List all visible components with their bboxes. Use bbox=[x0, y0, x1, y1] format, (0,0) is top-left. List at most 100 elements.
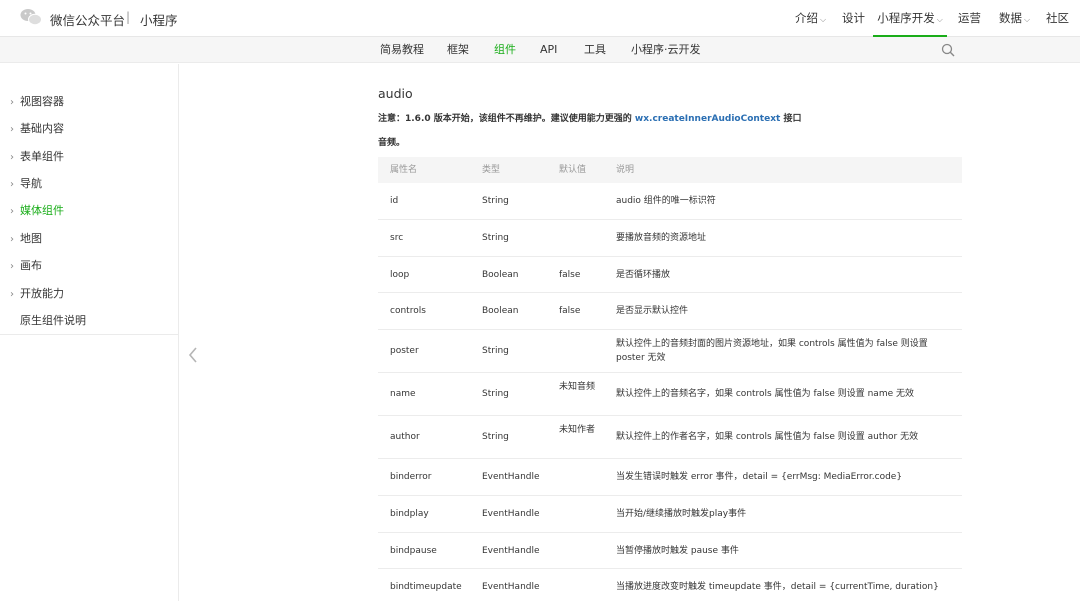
cell-name: id bbox=[390, 196, 399, 206]
cell-description: 要播放音频的资源地址 bbox=[616, 233, 707, 243]
brand-subtitle[interactable]: 小程序 bbox=[140, 10, 178, 29]
sidebar-item-canvas[interactable]: › 画布 bbox=[10, 257, 42, 273]
subnav-cloud-dev[interactable]: 小程序·云开发 bbox=[631, 37, 701, 63]
topnav-intro[interactable]: 介绍 ⌵ bbox=[795, 0, 826, 37]
sidebar-item-media-components[interactable]: › 媒体组件 bbox=[10, 202, 64, 218]
cell-name: author bbox=[390, 432, 420, 442]
cell-type: String bbox=[482, 196, 509, 206]
sidebar-item-navigation[interactable]: › 导航 bbox=[10, 175, 42, 191]
cell-type: EventHandle bbox=[482, 472, 540, 482]
table-row: binderror EventHandle 当发生错误时触发 error 事件，… bbox=[378, 459, 962, 496]
subnav-api[interactable]: API bbox=[540, 37, 557, 63]
sidebar-item-map[interactable]: › 地图 bbox=[10, 230, 42, 246]
cell-type: String bbox=[482, 432, 509, 442]
chevron-down-icon: ⌵ bbox=[1024, 15, 1031, 24]
table-row: poster String 默认控件上的音频封面的图片资源地址，如果 contr… bbox=[378, 330, 962, 373]
cell-description: 当开始/继续播放时触发play事件 bbox=[616, 509, 747, 519]
subnav-tools[interactable]: 工具 bbox=[584, 37, 606, 63]
chevron-right-icon: › bbox=[10, 179, 14, 190]
wechat-logo-icon[interactable] bbox=[20, 8, 42, 26]
note-suffix: 接口 bbox=[780, 114, 802, 124]
table-row: src String 要播放音频的资源地址 bbox=[378, 220, 962, 257]
topnav-community[interactable]: 社区 bbox=[1046, 0, 1069, 37]
sidebar-item-view-container[interactable]: › 视图容器 bbox=[10, 93, 64, 109]
subnav-tutorial[interactable]: 简易教程 bbox=[380, 37, 424, 63]
table-row: loop Boolean false 是否循环播放 bbox=[378, 257, 962, 293]
note-prefix: 注意：1.6.0 版本开始，该组件不再维护。建议使用能力更强的 bbox=[378, 114, 635, 124]
table-row: name String 未知音频 默认控件上的音频名字，如果 controls … bbox=[378, 373, 962, 416]
cell-description: 当发生错误时触发 error 事件，detail = {errMsg: Medi… bbox=[616, 472, 903, 482]
header-default: 默认值 bbox=[559, 165, 587, 175]
sidebar-item-label: 导航 bbox=[20, 177, 42, 190]
sidebar-item-label: 地图 bbox=[20, 232, 42, 245]
api-link[interactable]: wx.createInnerAudioContext bbox=[635, 114, 780, 124]
cell-name: bindtimeupdate bbox=[390, 582, 462, 592]
cell-description: 是否显示默认控件 bbox=[616, 306, 689, 316]
table-row: bindtimeupdate EventHandle 当播放进度改变时触发 ti… bbox=[378, 569, 962, 601]
sidebar-item-label: 基础内容 bbox=[20, 122, 64, 135]
sidebar-item-native-components[interactable]: 原生组件说明 bbox=[10, 312, 86, 328]
cell-name: src bbox=[390, 233, 404, 243]
table-row: author String 未知作者 默认控件上的作者名字，如果 control… bbox=[378, 416, 962, 459]
table-row: bindplay EventHandle 当开始/继续播放时触发play事件 bbox=[378, 496, 962, 533]
cell-description: 是否循环播放 bbox=[616, 270, 671, 280]
chevron-left-icon[interactable] bbox=[186, 345, 200, 365]
search-icon[interactable] bbox=[941, 43, 955, 57]
cell-description: 默认控件上的音频名字，如果 controls 属性值为 false 则设置 na… bbox=[616, 389, 914, 399]
page-title: audio bbox=[378, 86, 413, 101]
chevron-right-icon: › bbox=[10, 124, 14, 135]
topnav-miniprogram-dev[interactable]: 小程序开发 ⌵ bbox=[873, 0, 947, 37]
chevron-right-icon: › bbox=[10, 152, 14, 163]
sidebar-divider bbox=[0, 334, 178, 335]
brand-separator: | bbox=[126, 10, 131, 24]
cell-type: String bbox=[482, 346, 509, 356]
chevron-right-icon: › bbox=[10, 289, 14, 300]
sidebar-item-label: 画布 bbox=[20, 259, 42, 272]
sidebar-item-label: 原生组件说明 bbox=[20, 314, 86, 327]
cell-default: false bbox=[559, 306, 581, 316]
cell-type: EventHandle bbox=[482, 509, 540, 519]
sidebar-item-label: 开放能力 bbox=[20, 287, 64, 300]
cell-name: bindplay bbox=[390, 509, 429, 519]
chevron-right-icon: › bbox=[10, 97, 14, 108]
cell-type: EventHandle bbox=[482, 582, 540, 592]
cell-default: false bbox=[559, 270, 581, 280]
topnav-label: 社区 bbox=[1046, 11, 1069, 25]
cell-name: bindpause bbox=[390, 546, 437, 556]
chevron-down-icon: ⌵ bbox=[820, 15, 827, 24]
component-description: 音频。 bbox=[378, 138, 406, 148]
topnav-data[interactable]: 数据 ⌵ bbox=[999, 0, 1030, 37]
deprecation-note: 注意：1.6.0 版本开始，该组件不再维护。建议使用能力更强的 wx.creat… bbox=[378, 111, 801, 124]
header-type: 类型 bbox=[482, 165, 501, 175]
table-header: 属性名 类型 默认值 说明 bbox=[378, 157, 962, 183]
topnav-label: 设计 bbox=[842, 11, 865, 25]
cell-default: 未知音频 bbox=[559, 382, 596, 392]
cell-name: controls bbox=[390, 306, 426, 316]
top-header: 微信公众平台 | 小程序 介绍 ⌵ 设计 小程序开发 ⌵ 运营 数据 ⌵ 社区 bbox=[0, 0, 1080, 37]
subnav-components[interactable]: 组件 bbox=[494, 37, 516, 63]
table-row: id String audio 组件的唯一标识符 bbox=[378, 183, 962, 220]
sub-navigation: 简易教程 框架 组件 API 工具 小程序·云开发 bbox=[0, 37, 1080, 63]
topnav-operations[interactable]: 运营 bbox=[958, 0, 981, 37]
sidebar-item-open-capabilities[interactable]: › 开放能力 bbox=[10, 285, 64, 301]
chevron-down-icon: ⌵ bbox=[936, 15, 943, 24]
table-row: bindpause EventHandle 当暂停播放时触发 pause 事件 bbox=[378, 533, 962, 569]
brand-name[interactable]: 微信公众平台 bbox=[50, 10, 125, 29]
chevron-right-icon: › bbox=[10, 234, 14, 245]
topnav-label: 运营 bbox=[958, 11, 981, 25]
cell-description: 默认控件上的音频封面的图片资源地址，如果 controls 属性值为 false… bbox=[616, 339, 928, 363]
sidebar-item-form-components[interactable]: › 表单组件 bbox=[10, 148, 64, 164]
sidebar-item-basic-content[interactable]: › 基础内容 bbox=[10, 120, 64, 136]
subnav-framework[interactable]: 框架 bbox=[447, 37, 469, 63]
cell-default: 未知作者 bbox=[559, 425, 596, 435]
cell-description: audio 组件的唯一标识符 bbox=[616, 196, 716, 206]
sidebar: › 视图容器 › 基础内容 › 表单组件 › 导航 › 媒体组件 › 地图 › 画布 › 开放能… bbox=[0, 64, 179, 601]
cell-type: String bbox=[482, 233, 509, 243]
header-description: 说明 bbox=[616, 165, 635, 175]
topnav-label: 数据 bbox=[999, 11, 1022, 25]
topnav-design[interactable]: 设计 bbox=[842, 0, 865, 37]
table-row: controls Boolean false 是否显示默认控件 bbox=[378, 293, 962, 330]
cell-description: 当播放进度改变时触发 timeupdate 事件，detail = {curre… bbox=[616, 582, 939, 592]
cell-type: EventHandle bbox=[482, 546, 540, 556]
cell-type: Boolean bbox=[482, 270, 519, 280]
